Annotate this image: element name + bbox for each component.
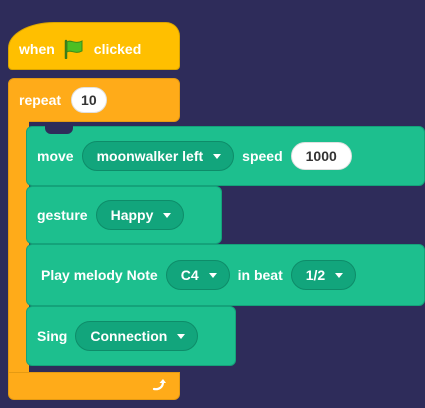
repeat-count-input[interactable]: 10 bbox=[71, 87, 107, 113]
note-value: C4 bbox=[180, 267, 199, 283]
clicked-label: clicked bbox=[93, 41, 142, 57]
play-melody-block[interactable]: Play melody Note C4 in beat 1/2 bbox=[26, 244, 425, 306]
sing-label: Sing bbox=[37, 328, 68, 344]
block-notch bbox=[45, 126, 73, 134]
caret-down-icon bbox=[163, 212, 172, 218]
sing-value: Connection bbox=[90, 328, 168, 344]
sing-dropdown[interactable]: Connection bbox=[75, 321, 199, 351]
gesture-dropdown[interactable]: Happy bbox=[95, 200, 185, 230]
caret-down-icon bbox=[335, 272, 344, 278]
move-block[interactable]: move moonwalker left speed 1000 bbox=[26, 126, 425, 186]
moonwalker-value: moonwalker left bbox=[96, 148, 204, 164]
caret-down-icon bbox=[208, 272, 217, 278]
gesture-value: Happy bbox=[110, 207, 154, 223]
melody-label: Play melody Note bbox=[41, 267, 158, 283]
move-label: move bbox=[37, 148, 74, 164]
repeat-block-end bbox=[8, 372, 180, 400]
beat-value: 1/2 bbox=[305, 267, 326, 283]
beat-dropdown[interactable]: 1/2 bbox=[290, 260, 357, 290]
moonwalker-dropdown[interactable]: moonwalker left bbox=[81, 141, 235, 171]
caret-down-icon bbox=[213, 153, 222, 159]
when-flag-clicked-block[interactable]: when clicked bbox=[8, 22, 180, 70]
repeat-label: repeat bbox=[19, 92, 62, 108]
loop-arrow-icon bbox=[151, 377, 167, 396]
beat-label: in beat bbox=[237, 267, 283, 283]
gesture-block[interactable]: gesture Happy bbox=[26, 186, 222, 244]
note-dropdown[interactable]: C4 bbox=[165, 260, 230, 290]
sing-block[interactable]: Sing Connection bbox=[26, 306, 236, 366]
gesture-label: gesture bbox=[37, 207, 88, 223]
when-label: when bbox=[19, 41, 55, 57]
speed-label: speed bbox=[242, 148, 283, 164]
caret-down-icon bbox=[177, 333, 186, 339]
speed-input[interactable]: 1000 bbox=[290, 142, 352, 170]
repeat-block[interactable]: repeat 10 bbox=[8, 78, 180, 122]
green-flag-icon bbox=[63, 39, 85, 59]
